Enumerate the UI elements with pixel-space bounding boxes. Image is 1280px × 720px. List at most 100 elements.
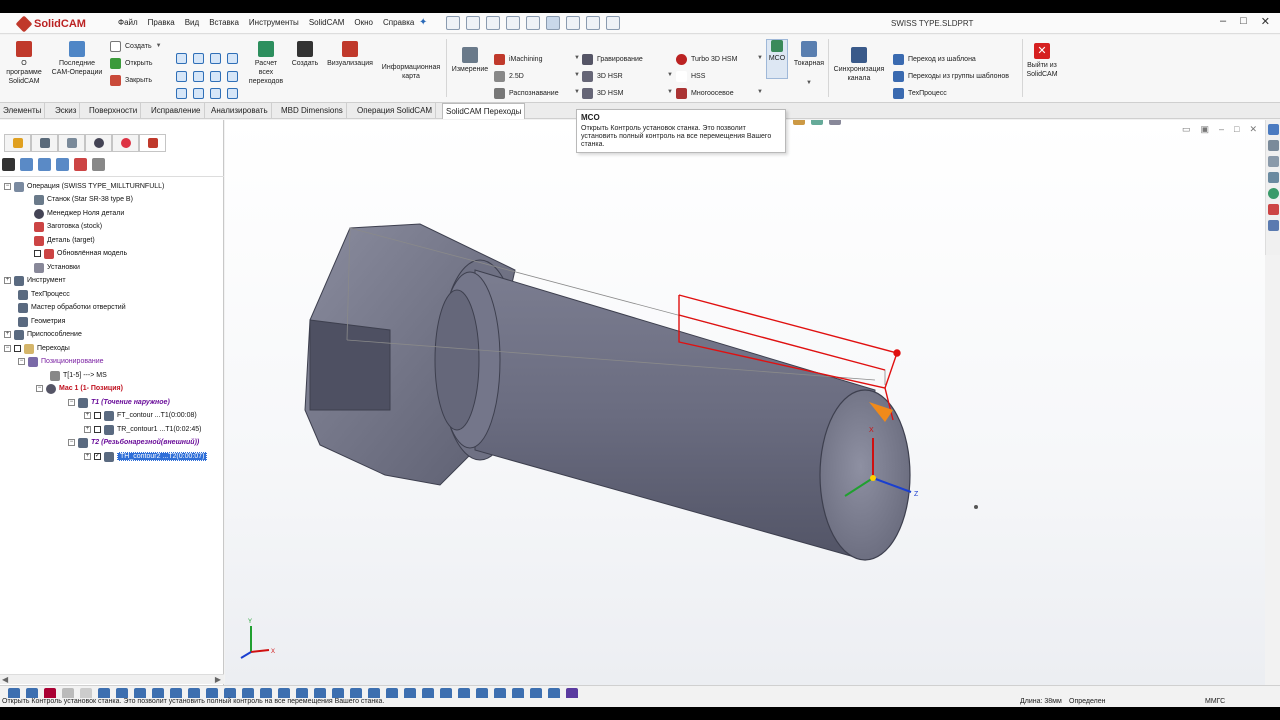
view-top-icon[interactable] [193,53,204,64]
new-document-icon[interactable] [446,16,460,30]
chevron-down-icon[interactable]: ▼ [574,89,580,95]
imachining-button[interactable]: iMachining [494,52,542,66]
feature-manager-tab[interactable] [4,134,31,152]
tree-machine[interactable]: Станок (Star SR-38 type B) [34,193,133,206]
open-document-icon[interactable] [466,16,480,30]
menu-insert[interactable]: Вставка [204,18,244,27]
tree-t1[interactable]: − T1 (Точение наружное) [68,396,170,409]
open-folder-icon[interactable] [20,158,33,171]
create-button[interactable]: Создать ▼ [110,39,162,53]
tab-analyze[interactable]: Анализировать [208,103,272,119]
tree-operations[interactable]: − Переходы [4,342,70,355]
tree-stock[interactable]: Заготовка (stock) [34,220,102,233]
collapse-toggle[interactable]: − [18,358,25,365]
display-manager-tab[interactable] [112,134,139,152]
print-icon[interactable] [506,16,520,30]
settings-wrench-icon[interactable] [92,158,105,171]
hss-button[interactable]: HSS [676,69,705,83]
tree-positioning[interactable]: − Позиционирование [18,355,104,368]
design-library-icon[interactable] [1268,156,1279,167]
mco-button[interactable]: MCO [766,39,788,79]
tree-t2[interactable]: − T2 (Резьбонарезной(внешний)) [68,436,199,449]
tree-hole-wizard[interactable]: Мастер обработки отверстий [18,301,126,314]
view-normal-icon[interactable] [227,71,238,82]
tree-root[interactable]: − Операция (SWISS TYPE_MILLTURNFULL) [4,180,164,193]
hsr-3d-button[interactable]: 3D HSR [582,69,623,83]
folder-icon[interactable] [38,158,51,171]
milling-25d-button[interactable]: 2.5D [494,69,524,83]
close-button[interactable]: Закрыть [110,73,152,87]
tree-ft-contour[interactable]: + FT_contour ...T1(0:00:08) [84,409,197,422]
exit-solidcam-button[interactable]: ✕ Выйти из SolidCAM [1024,43,1060,79]
save-icon[interactable] [486,16,500,30]
checkbox[interactable] [34,250,41,257]
tab-solidcam-operation[interactable]: Операция SolidCAM [354,103,437,119]
tree-t-range[interactable]: T[1-5] ---> MS [50,369,107,382]
expand-toggle[interactable]: + [4,331,11,338]
chevron-down-icon[interactable]: ▼ [757,89,763,95]
expand-toggle[interactable]: + [84,453,91,460]
recognition-button[interactable]: Распознавание [494,86,559,100]
calc-all-operations-button[interactable]: Расчет всех переходов [248,41,284,86]
maximize-button[interactable]: □ [1240,15,1247,28]
tab-solidcam-operations[interactable]: SolidCAM Переходы [442,103,526,119]
open-button[interactable]: Открыть [110,56,153,70]
tree-tool[interactable]: + Инструмент [4,274,66,287]
custom-properties-icon[interactable] [1268,204,1279,215]
measure-button[interactable]: Измерение [448,47,492,74]
tab-sketch[interactable]: Эскиз [52,103,81,119]
chevron-down-icon[interactable]: ▼ [574,72,580,78]
view-bottom-icon[interactable] [193,71,204,82]
view-left-icon[interactable] [210,71,221,82]
menu-help[interactable]: Справка [378,18,419,27]
appearances-icon[interactable] [1268,188,1279,199]
traffic-light-icon[interactable] [566,16,580,30]
engraving-button[interactable]: Гравирование [582,52,643,66]
turning-button[interactable]: Токарная [792,41,826,68]
view-trimetric-icon[interactable] [193,88,204,99]
scroll-left-icon[interactable]: ◀ [2,675,8,684]
copy-icon[interactable] [74,158,87,171]
chevron-down-icon[interactable]: ▼ [667,72,673,78]
close-window-button[interactable]: ✕ [1261,15,1270,28]
tab-features[interactable]: Элементы [0,103,46,119]
about-solidcam-button[interactable]: О программе SolidCAM [3,41,45,86]
expand-toggle[interactable]: + [84,426,91,433]
dimxpert-tab[interactable] [85,134,112,152]
view-section-icon[interactable] [210,88,221,99]
solidcam-pane-icon[interactable] [1268,220,1279,231]
view-zoom-icon[interactable] [227,88,238,99]
menu-window[interactable]: Окно [349,18,378,27]
minimize-button[interactable]: – [1220,15,1226,28]
checkbox[interactable] [14,345,21,352]
tree-fixture[interactable]: + Приспособление [4,328,82,341]
graphics-viewport[interactable]: ▭ ▣ – □ ✕ X Z Y X [225,120,1265,685]
tab-surfaces[interactable]: Поверхности [86,103,142,119]
tree-updated-model[interactable]: Обновлённая модель [34,247,127,260]
channel-sync-button[interactable]: Синхронизация канала [830,47,888,83]
tree-target[interactable]: Деталь (target) [34,234,95,247]
menu-tools[interactable]: Инструменты [244,18,304,27]
file-properties-icon[interactable] [586,16,600,30]
end-face[interactable] [819,389,911,561]
collapse-toggle[interactable]: − [68,399,75,406]
configuration-manager-tab[interactable] [58,134,85,152]
status-units[interactable]: MMГС [1205,698,1225,705]
operation-from-template-button[interactable]: Переход из шаблона [893,52,976,66]
tree-mac1[interactable]: − Mac 1 (1- Позиция) [36,382,123,395]
tree-techprocess[interactable]: ТехПроцесс [18,288,70,301]
tree-setups[interactable]: Установки [34,261,80,274]
menu-solidcam[interactable]: SolidCAM [304,18,350,27]
undo-icon[interactable] [526,16,540,30]
collapse-toggle[interactable]: − [68,439,75,446]
tab-fix[interactable]: Исправление [148,103,205,119]
select-cursor-icon[interactable] [546,16,560,30]
collapse-toggle[interactable]: − [4,345,11,352]
tab-mbd-dimensions[interactable]: MBD Dimensions [278,103,347,119]
property-manager-tab[interactable] [31,134,58,152]
info-card-button[interactable]: Информационная карта [378,63,444,81]
view-dimetric-icon[interactable] [176,88,187,99]
recent-cam-operations-button[interactable]: Последние CAM-Операции [50,41,104,77]
collapse-toggle[interactable]: − [4,183,11,190]
expand-toggle[interactable]: + [4,277,11,284]
